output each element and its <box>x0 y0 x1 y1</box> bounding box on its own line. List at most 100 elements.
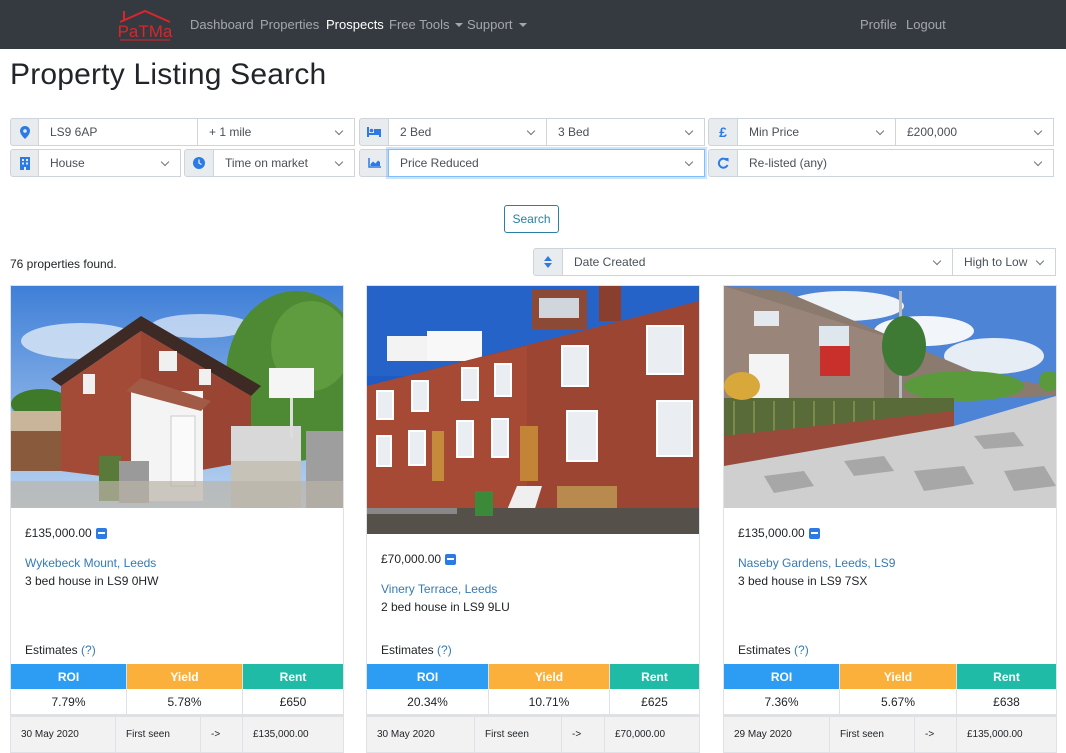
price-change-select[interactable]: Price Reduced <box>388 149 705 177</box>
listing-address-link[interactable]: Naseby Gardens, Leeds, LS9 <box>738 556 895 570</box>
time-on-market-select[interactable]: Time on market <box>213 149 355 177</box>
chevron-down-icon <box>1035 256 1045 266</box>
history-arrow: -> <box>915 717 957 752</box>
history-event: First seen <box>475 717 562 752</box>
radius-value: + 1 mile <box>209 125 252 139</box>
clock-icon <box>193 157 205 169</box>
bed-icon <box>367 127 381 137</box>
roi-value: 20.34% <box>367 689 489 714</box>
price-value: £70,000.00 <box>381 552 442 566</box>
results-count: 76 properties found. <box>10 257 117 271</box>
history-event: First seen <box>116 717 201 752</box>
beds-max-select[interactable]: 3 Bed <box>546 118 705 146</box>
listing-card: £135,000.00 Naseby Gardens, Leeds, LS9 3… <box>723 285 1057 753</box>
history-date: 29 May 2020 <box>724 717 830 752</box>
chevron-down-icon <box>526 126 536 136</box>
listing-address-link[interactable]: Vinery Terrace, Leeds <box>381 582 497 596</box>
rent-value: £638 <box>993 694 1020 709</box>
time-on-market-value: Time on market <box>225 156 308 170</box>
chevron-down-icon <box>334 126 344 136</box>
history-date: 30 May 2020 <box>367 717 475 752</box>
sort-icon <box>544 256 552 268</box>
relisted-select[interactable]: Re-listed (any) <box>737 149 1054 177</box>
location-value: LS9 6AP <box>50 125 98 139</box>
yield-header: Yield <box>840 664 957 689</box>
roi-header: ROI <box>11 664 127 689</box>
property-type-select[interactable]: House <box>38 149 181 177</box>
pound-icon: £ <box>719 124 727 140</box>
time-addon <box>184 149 214 177</box>
price-max-value: £200,000 <box>907 125 958 139</box>
estimates-text: Estimates <box>738 643 791 657</box>
nav-free-tools-label: Free Tools <box>389 17 450 32</box>
location-input[interactable]: LS9 6AP <box>38 118 198 146</box>
rent-header: Rent <box>957 664 1056 689</box>
estimates-help-link[interactable]: (?) <box>437 643 452 657</box>
price-max-select[interactable]: £200,000 <box>895 118 1054 146</box>
property-type-value: House <box>50 156 85 170</box>
nav-prospects[interactable]: Prospects <box>326 17 384 32</box>
property-photo[interactable] <box>11 286 343 508</box>
property-photo[interactable] <box>724 286 1056 508</box>
estimates-help-link[interactable]: (?) <box>794 643 809 657</box>
page-title: Property Listing Search <box>10 58 327 91</box>
redo-icon <box>717 157 729 169</box>
nav-logout[interactable]: Logout <box>906 17 946 32</box>
history-price: £135,000.00 <box>967 729 1023 740</box>
price-value: £135,000.00 <box>25 526 92 540</box>
sort-field-value: Date Created <box>574 255 646 269</box>
search-button[interactable]: Search <box>504 205 559 233</box>
svg-text:PaTMa: PaTMa <box>118 22 173 41</box>
yield-value: 5.78% <box>127 689 243 714</box>
caret-down-icon <box>518 22 527 27</box>
price-change-addon <box>359 149 389 177</box>
property-photo[interactable] <box>367 286 699 534</box>
top-navbar: PaTMa Dashboard Properties Prospects Fre… <box>0 0 1066 49</box>
yield-value: 10.71% <box>489 689 610 714</box>
patma-logo[interactable]: PaTMa <box>116 8 174 42</box>
beds-min-select[interactable]: 2 Bed <box>388 118 547 146</box>
estimates-label: Estimates (?) <box>25 643 96 657</box>
price-min-select[interactable]: Min Price <box>737 118 896 146</box>
history-event: First seen <box>830 717 915 752</box>
yield-header: Yield <box>127 664 243 689</box>
chevron-down-icon <box>932 256 942 266</box>
listing-address-link[interactable]: Wykebeck Mount, Leeds <box>25 556 156 570</box>
nav-dashboard[interactable]: Dashboard <box>190 17 254 32</box>
nav-profile[interactable]: Profile <box>860 17 897 32</box>
roi-value: 7.36% <box>724 689 840 714</box>
history-arrow: -> <box>201 717 243 752</box>
sort-addon <box>533 248 563 276</box>
price-history-row: 30 May 2020 First seen -> £135,000.00 <box>11 715 343 752</box>
price-reduced-icon <box>445 553 457 565</box>
listing-description: 2 bed house in LS9 9LU <box>381 600 510 614</box>
radius-select[interactable]: + 1 mile <box>197 118 355 146</box>
price-addon: £ <box>708 118 738 146</box>
nav-support-label: Support <box>467 17 513 32</box>
beds-addon <box>359 118 389 146</box>
caret-down-icon <box>455 22 464 27</box>
nav-free-tools[interactable]: Free Tools <box>389 17 464 32</box>
estimates-help-link[interactable]: (?) <box>81 643 96 657</box>
chevron-down-icon <box>1033 157 1043 167</box>
yield-header: Yield <box>489 664 610 689</box>
chevron-down-icon <box>160 157 170 167</box>
history-price: £70,000.00 <box>615 729 666 740</box>
sort-order-select[interactable]: High to Low <box>952 248 1056 276</box>
price-value: £135,000.00 <box>738 526 805 540</box>
listing-description: 3 bed house in LS9 7SX <box>738 574 868 588</box>
beds-max-value: 3 Bed <box>558 125 590 139</box>
relisted-value: Re-listed (any) <box>749 156 828 170</box>
price-reduced-icon <box>95 527 107 539</box>
sort-field-select[interactable]: Date Created <box>562 248 953 276</box>
price-history-row: 30 May 2020 First seen -> £70,000.00 <box>367 715 699 752</box>
listing-price: £70,000.00 <box>381 552 457 566</box>
building-icon <box>19 156 30 170</box>
history-price: £135,000.00 <box>253 729 309 740</box>
nav-properties[interactable]: Properties <box>260 17 319 32</box>
nav-support[interactable]: Support <box>467 17 527 32</box>
estimates-label: Estimates (?) <box>738 643 809 657</box>
location-addon <box>10 118 39 146</box>
rent-header: Rent <box>610 664 699 689</box>
rent-header: Rent <box>243 664 343 689</box>
